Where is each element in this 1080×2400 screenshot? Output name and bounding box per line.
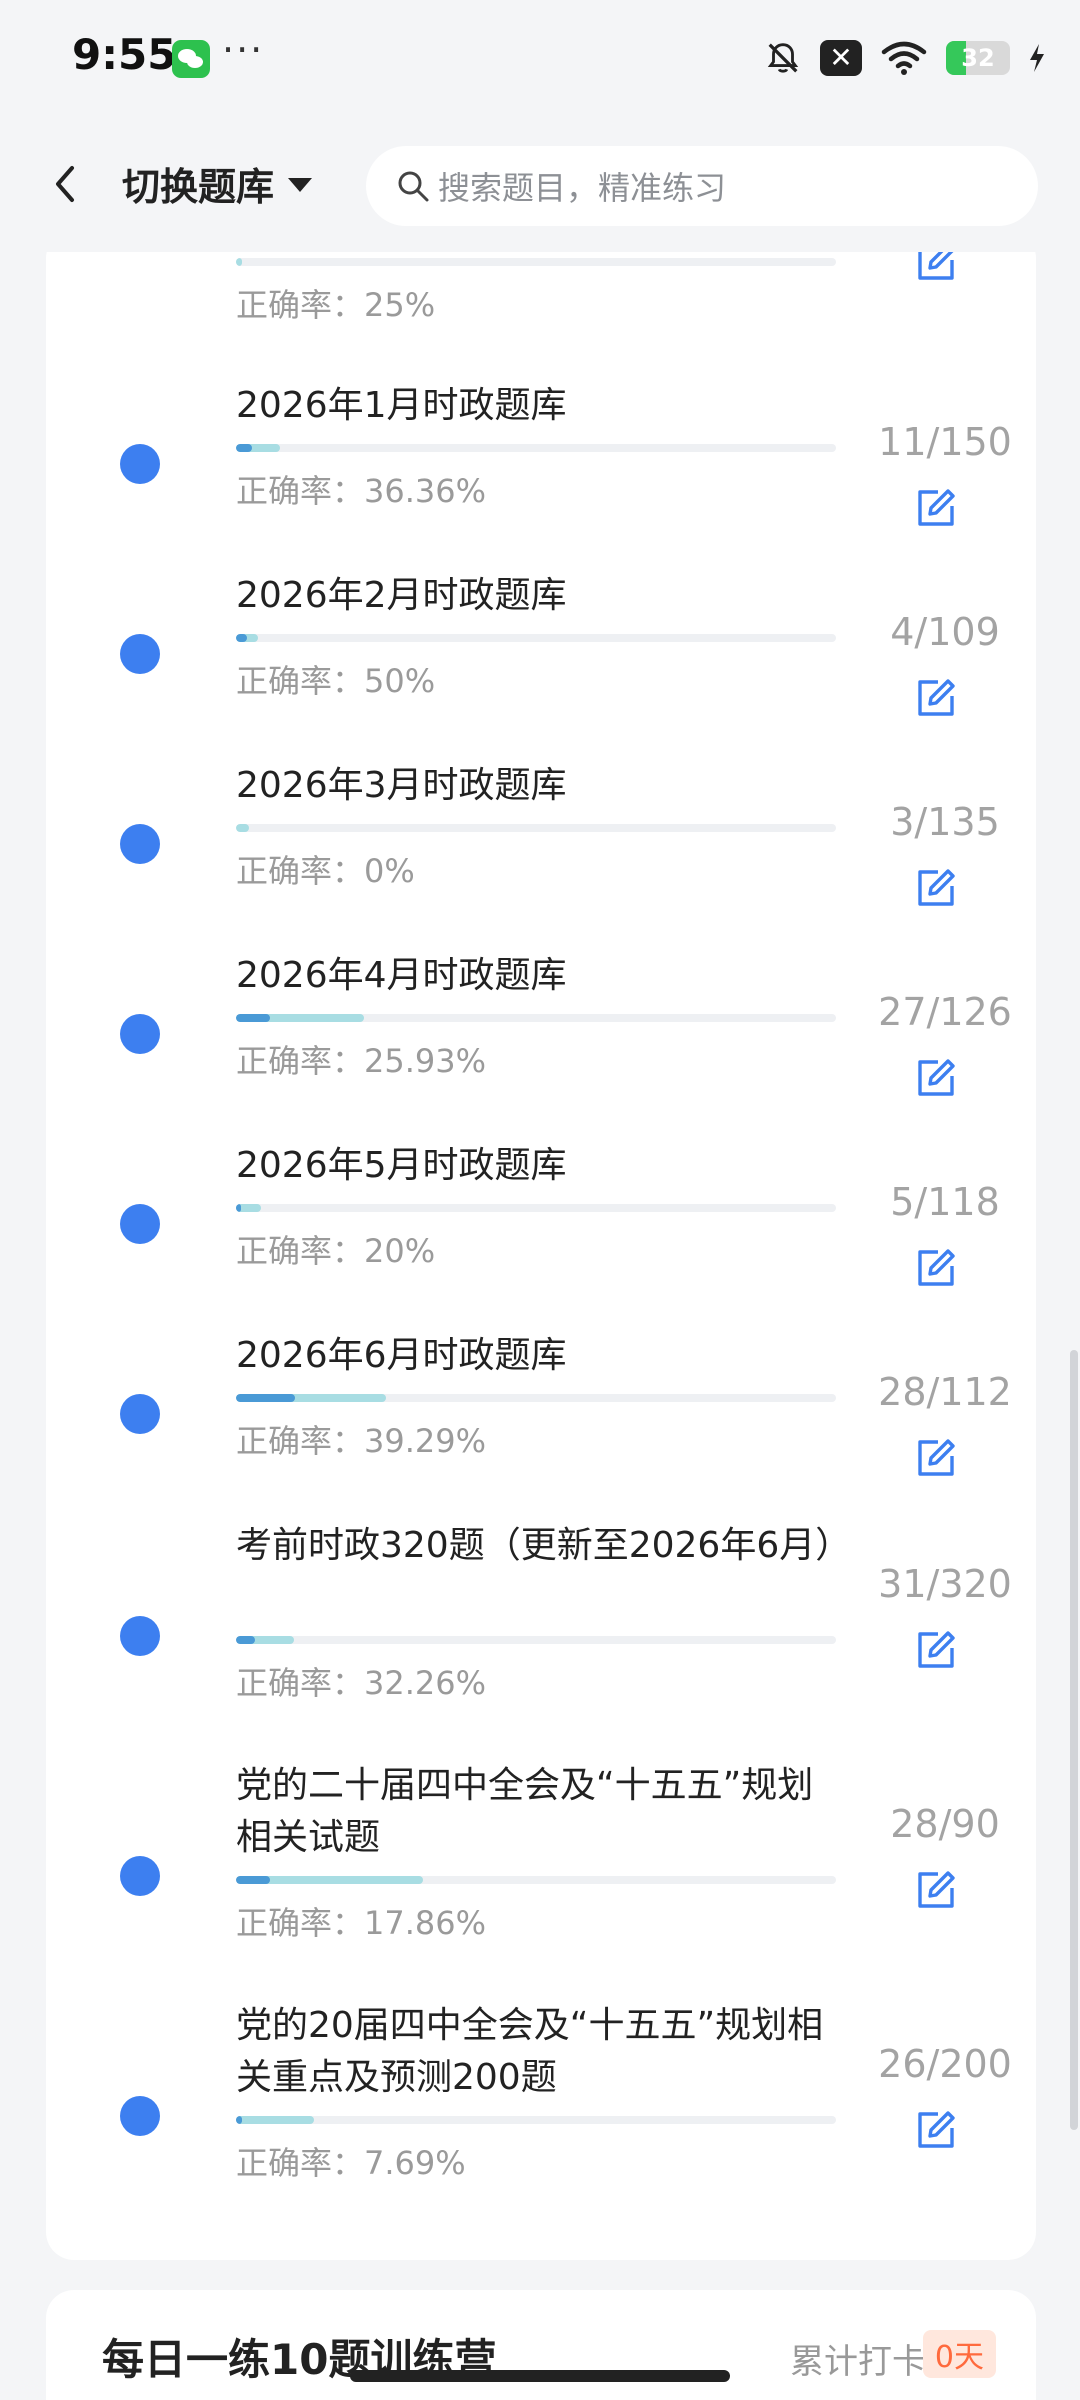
accuracy-text: 正确率：25.93% [236, 1042, 487, 1080]
progress-count: 4/109 [890, 610, 1000, 654]
edit-icon[interactable] [914, 1056, 958, 1100]
checkin-days-badge: 0天 [922, 2330, 996, 2378]
question-bank-card: 正确率：25% 2026年1月时政题库 正确率：36.36% 11/150 20… [46, 230, 1036, 2260]
progress-track [236, 444, 836, 452]
accuracy-text: 正确率：50% [236, 662, 436, 700]
progress-correct-fill [236, 1876, 270, 1884]
more-notifications-icon: ··· [222, 28, 265, 72]
progress-count: 28/90 [890, 1802, 1000, 1846]
progress-correct-fill [236, 1014, 270, 1022]
battery-level: 32 [961, 44, 995, 72]
status-dot [120, 444, 160, 484]
accuracy-text: 正确率：25% [236, 286, 436, 324]
status-dot [120, 1394, 160, 1434]
item-title: 考前时政320题（更新至2026年6月） [236, 1525, 852, 1566]
item-title: 2026年4月时政题库 [236, 955, 567, 996]
item-title: 党的二十届四中全会及“十五五”规划相关试题 [236, 1765, 814, 1858]
progress-correct-fill [236, 1636, 255, 1644]
status-dot [120, 2096, 160, 2136]
progress-count: 26/200 [878, 2042, 1012, 2086]
status-dot [120, 1856, 160, 1896]
edit-icon[interactable] [914, 2108, 958, 2152]
item-title: 党的20届四中全会及“十五五”规划相关重点及预测200题 [236, 2005, 824, 2098]
status-dot [120, 1616, 160, 1656]
accuracy-text: 正确率：36.36% [236, 472, 487, 510]
battery-icon: 32 [946, 41, 1010, 75]
status-bar: 9:55 ··· ✕ 32 [0, 0, 1080, 118]
search-input[interactable]: 搜索题目，精准练习 [366, 146, 1038, 226]
progress-fill [236, 258, 242, 266]
progress-count: 27/126 [878, 990, 1012, 1034]
progress-count: 31/320 [878, 1562, 1012, 1606]
progress-correct-fill [236, 2116, 242, 2124]
progress-correct-fill [236, 1394, 295, 1402]
status-dot [120, 1014, 160, 1054]
item-title: 2026年1月时政题库 [236, 385, 567, 426]
progress-count: 3/135 [890, 800, 1000, 844]
close-box-icon: ✕ [820, 40, 862, 76]
daily-practice-card[interactable]: 每日一练10题训练营 累计打卡 0天 [46, 2290, 1036, 2400]
progress-track [236, 2116, 836, 2124]
accuracy-text: 正确率：39.29% [236, 1422, 487, 1460]
status-dot [120, 634, 160, 674]
edit-icon[interactable] [914, 1246, 958, 1290]
top-nav: 切换题库 搜索题目，精准练习 [0, 118, 1080, 252]
progress-count: 28/112 [878, 1370, 1012, 1414]
switch-bank-button[interactable]: 切换题库 [122, 156, 274, 211]
accuracy-text: 正确率：17.86% [236, 1904, 487, 1942]
item-title: 2026年6月时政题库 [236, 1335, 567, 1376]
checkin-label: 累计打卡 [790, 2342, 926, 2382]
progress-track [236, 1636, 836, 1644]
progress-track [236, 634, 836, 642]
progress-correct-fill [236, 1204, 241, 1212]
progress-correct-fill [236, 634, 247, 642]
status-dot [120, 1204, 160, 1244]
progress-track [236, 1394, 836, 1402]
edit-icon[interactable] [914, 866, 958, 910]
item-title: 2026年5月时政题库 [236, 1145, 567, 1186]
progress-track [236, 1876, 836, 1884]
edit-icon[interactable] [914, 1868, 958, 1912]
progress-fill [236, 824, 250, 832]
wifi-icon [881, 41, 927, 75]
accuracy-text: 正确率：0% [236, 852, 415, 890]
edit-icon[interactable] [914, 1436, 958, 1480]
status-time: 9:55 [72, 30, 177, 79]
item-title: 2026年2月时政题库 [236, 575, 567, 616]
progress-count: 11/150 [878, 420, 1012, 464]
charging-icon [1030, 44, 1044, 72]
wechat-icon [172, 40, 210, 78]
search-placeholder: 搜索题目，精准练习 [438, 169, 727, 207]
progress-fill [236, 2116, 314, 2124]
edit-icon[interactable] [914, 676, 958, 720]
bell-off-icon [767, 43, 799, 73]
progress-track [236, 1204, 836, 1212]
status-icons: ✕ 32 [764, 34, 1046, 82]
back-arrow-icon[interactable] [42, 156, 90, 212]
item-title: 2026年3月时政题库 [236, 765, 567, 806]
progress-correct-fill [236, 444, 253, 452]
status-dot [120, 824, 160, 864]
accuracy-text: 正确率：7.69% [236, 2144, 466, 2182]
edit-icon[interactable] [914, 1628, 958, 1672]
caret-down-icon[interactable] [286, 176, 314, 194]
edit-icon[interactable] [914, 486, 958, 530]
search-icon [398, 171, 429, 202]
progress-count: 5/118 [890, 1180, 1000, 1224]
progress-track [236, 824, 836, 832]
scrollbar[interactable] [1070, 1350, 1078, 2130]
progress-track [236, 1014, 836, 1022]
app-root: 9:55 ··· ✕ 32 切换题库 搜索题目，精准练习 正确率：25% 202… [0, 0, 1080, 2400]
home-indicator[interactable] [350, 2370, 730, 2382]
accuracy-text: 正确率：32.26% [236, 1664, 487, 1702]
progress-track [236, 258, 836, 266]
accuracy-text: 正确率：20% [236, 1232, 436, 1270]
